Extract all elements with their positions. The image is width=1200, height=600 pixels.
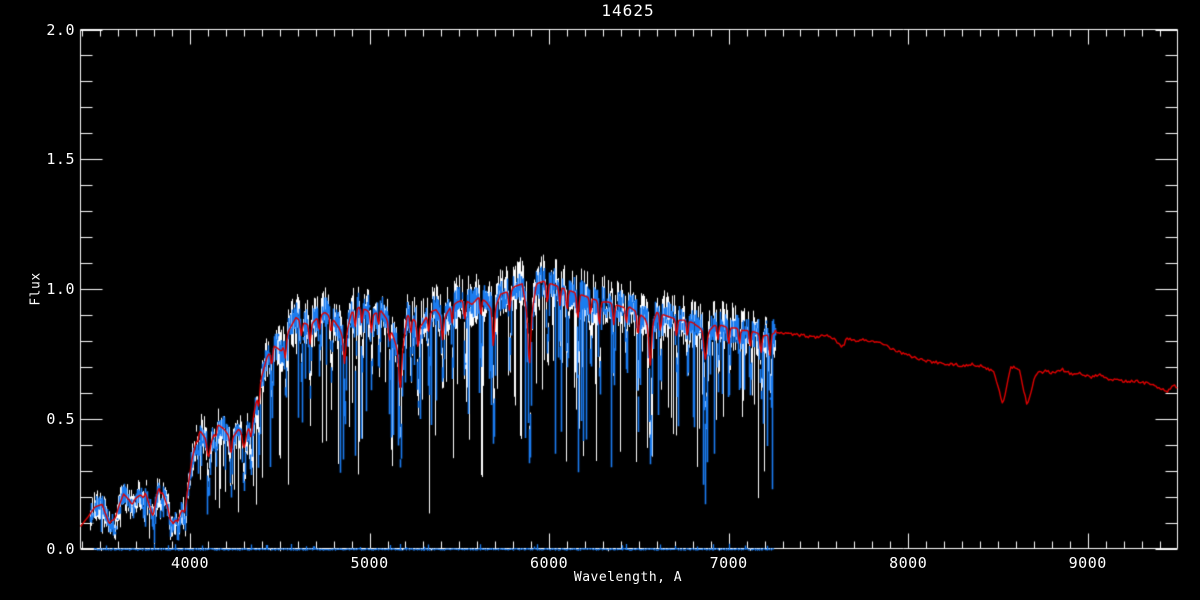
plot-title: 14625 [601,1,655,20]
y-tick-label: 2.0 [46,20,75,39]
x-tick-label: 8000 [889,554,928,572]
y-tick-label: 0.5 [46,409,75,428]
x-tick-label: 9000 [1068,554,1107,572]
x-tick-label: 7000 [709,554,748,572]
spectrum-figure: 14625 Wavelength, A Flux 4000 5000 6000 700… [0,0,1200,600]
y-tick-label: 1.0 [46,280,75,298]
x-tick-label: 5000 [350,554,389,572]
spectrum-plot-canvas [0,0,1200,600]
y-tick-label: 1.5 [46,150,75,169]
x-tick-label: 6000 [530,554,569,572]
y-tick-label: 0.0 [46,539,75,558]
x-tick-label: 4000 [170,554,210,572]
x-axis-label: Wavelength, A [573,570,683,585]
